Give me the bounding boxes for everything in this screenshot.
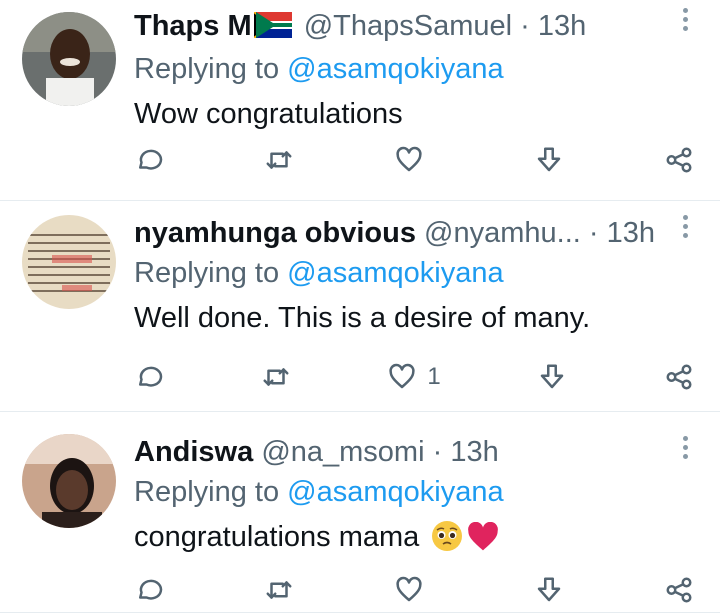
avatar[interactable] [22, 215, 116, 309]
tweet-actions: 1 [134, 357, 694, 397]
share-button[interactable] [664, 362, 694, 392]
tweet-header: Thaps M @ThapsSamuel · 13h [134, 6, 680, 49]
share-icon [666, 577, 692, 603]
download-button[interactable] [537, 362, 567, 392]
share-button[interactable] [664, 145, 694, 175]
separator-dot: · [588, 217, 599, 249]
south-africa-flag-icon [252, 9, 292, 49]
more-vertical-icon[interactable] [682, 436, 690, 463]
user-handle[interactable]: @nyamhu... [424, 217, 581, 249]
retweet-button[interactable] [264, 575, 294, 605]
user-handle[interactable]: @na_msomi [261, 436, 424, 468]
mention-link[interactable]: @asamqokiyana [287, 257, 503, 289]
replying-to-label: Replying to [134, 476, 280, 508]
display-name[interactable]: nyamhunga obvious [134, 217, 416, 249]
retweet-button[interactable] [264, 145, 294, 175]
like-count: 1 [427, 363, 441, 390]
download-icon [541, 364, 564, 389]
avatar[interactable] [22, 434, 116, 528]
download-icon [537, 147, 561, 172]
retweet-icon [266, 581, 292, 599]
tweet-time[interactable]: 13h [450, 436, 498, 468]
reply-button[interactable] [134, 145, 164, 175]
red-heart-emoji-icon [467, 520, 499, 566]
more-vertical-icon[interactable] [682, 215, 690, 242]
tweet-header: nyamhunga obvious @nyamhu... · 13h [134, 213, 680, 253]
share-icon [666, 364, 692, 390]
tweet-3[interactable]: Andiswa @na_msomi · 13h Replying to @asa… [0, 412, 720, 613]
separator-dot: · [432, 436, 443, 468]
tweet-1[interactable]: Thaps M @ThapsSamuel · 13h Replying to @… [0, 0, 720, 201]
like-button[interactable] [394, 145, 434, 175]
tweet-text: Wow congratulations [134, 98, 403, 130]
retweet-button[interactable] [261, 362, 291, 392]
tweet-actions [134, 140, 694, 180]
tweet-text-content: congratulations mama [134, 521, 420, 553]
replying-to: Replying to @asamqokiyana [134, 472, 680, 512]
replying-to-label: Replying to [134, 53, 280, 85]
tweet-text: congratulations mama [134, 514, 680, 566]
like-button[interactable]: 1 [387, 362, 441, 392]
tweet-2[interactable]: nyamhunga obvious @nyamhu... · 13h Reply… [0, 201, 720, 412]
avatar[interactable] [22, 12, 116, 106]
download-button[interactable] [534, 145, 564, 175]
reply-icon [139, 366, 163, 387]
mention-link[interactable]: @asamqokiyana [287, 476, 503, 508]
retweet-icon [263, 368, 289, 386]
mention-link[interactable]: @asamqokiyana [287, 53, 503, 85]
tweet-actions [134, 570, 694, 610]
reply-icon [139, 149, 163, 170]
retweet-icon [266, 151, 292, 169]
like-button[interactable] [394, 575, 434, 605]
replying-to: Replying to @asamqokiyana [134, 49, 680, 89]
tweet-time[interactable]: 13h [607, 217, 655, 249]
heart-icon [396, 146, 422, 172]
replying-to: Replying to @asamqokiyana [134, 253, 680, 293]
more-vertical-icon[interactable] [682, 8, 690, 35]
pleading-face-emoji-icon [431, 520, 463, 566]
share-button[interactable] [664, 575, 694, 605]
download-icon [537, 577, 561, 602]
reply-button[interactable] [134, 575, 164, 605]
separator-dot: · [520, 10, 530, 42]
tweet-text: Well done. This is a desire of many. [134, 302, 591, 334]
share-icon [666, 147, 692, 173]
tweet-header: Andiswa @na_msomi · 13h [134, 432, 680, 472]
reply-button[interactable] [134, 362, 164, 392]
heart-icon [396, 576, 422, 602]
heart-icon [389, 363, 415, 389]
tweet-time[interactable]: 13h [538, 10, 586, 42]
reply-icon [139, 579, 163, 600]
display-name[interactable]: Thaps M [134, 10, 252, 42]
download-button[interactable] [534, 575, 564, 605]
replying-to-label: Replying to [134, 257, 280, 289]
display-name[interactable]: Andiswa [134, 436, 253, 468]
user-handle[interactable]: @ThapsSamuel [304, 10, 512, 42]
